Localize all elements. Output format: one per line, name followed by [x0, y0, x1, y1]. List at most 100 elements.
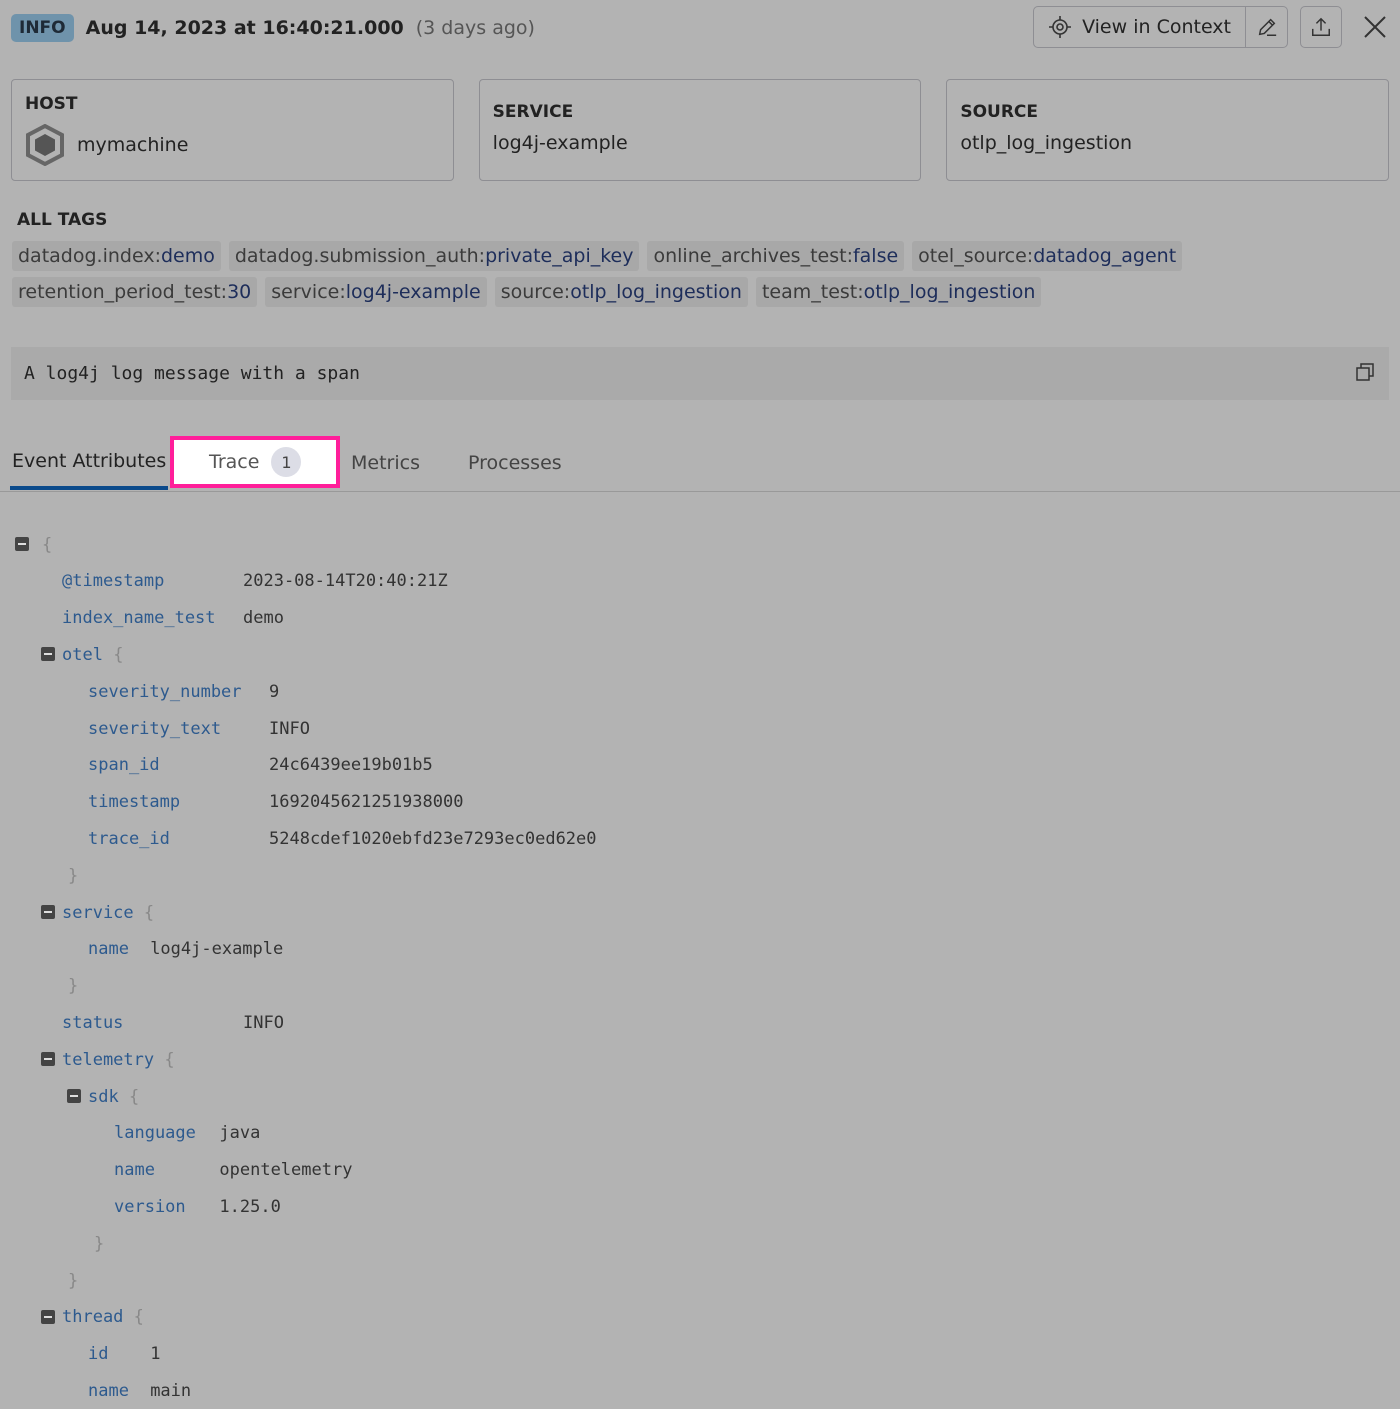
attribute-key[interactable]: otel	[62, 645, 103, 665]
tag-key: online_archives_test:	[653, 245, 852, 267]
tag-chip[interactable]: retention_period_test:30	[12, 277, 257, 307]
tag-chip[interactable]: datadog.index:demo	[12, 241, 221, 271]
log-date: Aug 14, 2023 at 16:40:21.000	[86, 17, 404, 39]
tab-metrics[interactable]: Metrics	[351, 436, 420, 490]
tag-key: service:	[271, 281, 345, 303]
attribute-key[interactable]: name	[88, 1381, 150, 1401]
attribute-key[interactable]: severity_text	[88, 719, 269, 739]
attribute-value[interactable]: 24c6439ee19b01b5	[269, 755, 433, 775]
tree-line: }	[94, 1225, 104, 1262]
tag-value: private_api_key	[485, 245, 633, 267]
attribute-value[interactable]: 9	[269, 682, 279, 702]
tree-line: span_id24c6439ee19b01b5	[88, 747, 433, 784]
attribute-value[interactable]: opentelemetry	[219, 1160, 352, 1180]
attribute-value[interactable]: 1692045621251938000	[269, 792, 463, 812]
tree-line: severity_textINFO	[88, 710, 310, 747]
attribute-value[interactable]: log4j-example	[150, 939, 283, 959]
view-in-context-button[interactable]: View in Context	[1033, 6, 1246, 48]
tag-key: datadog.submission_auth:	[235, 245, 485, 267]
tree-line: sdk {	[88, 1078, 139, 1115]
tree-line: nameopentelemetry	[114, 1152, 352, 1189]
log-message: A log4j log message with a span	[11, 347, 1389, 400]
close-icon	[1364, 16, 1386, 38]
attribute-value[interactable]: INFO	[269, 719, 310, 739]
brace: {	[42, 535, 52, 555]
brace: }	[68, 1271, 78, 1291]
attribute-key[interactable]: telemetry	[62, 1050, 154, 1070]
tree-line: }	[68, 857, 78, 894]
log-message-text: A log4j log message with a span	[24, 363, 360, 384]
attribute-key[interactable]: status	[62, 1013, 243, 1033]
log-relative-time: (3 days ago)	[416, 17, 535, 39]
tree-line: timestamp1692045621251938000	[88, 784, 463, 821]
attribute-key[interactable]: id	[88, 1344, 150, 1364]
brace: {	[134, 903, 154, 923]
source-label: SOURCE	[960, 102, 1375, 122]
tag-value: log4j-example	[346, 281, 481, 303]
attribute-key[interactable]: timestamp	[88, 792, 269, 812]
tag-key: retention_period_test:	[18, 281, 227, 303]
attribute-value[interactable]: INFO	[243, 1013, 284, 1033]
attribute-value[interactable]: 2023-08-14T20:40:21Z	[243, 571, 448, 591]
attribute-key[interactable]: index_name_test	[62, 608, 243, 628]
brace: {	[119, 1087, 139, 1107]
attribute-key[interactable]: sdk	[88, 1087, 119, 1107]
tag-chip[interactable]: otel_source:datadog_agent	[912, 241, 1182, 271]
tag-chip[interactable]: datadog.submission_auth:private_api_key	[229, 241, 640, 271]
tree-line: @timestamp2023-08-14T20:40:21Z	[62, 563, 448, 600]
tag-chip[interactable]: online_archives_test:false	[647, 241, 904, 271]
tree-line: service {	[62, 894, 154, 931]
attribute-value[interactable]: 1	[150, 1344, 160, 1364]
collapse-toggle-icon[interactable]	[41, 647, 55, 661]
service-card[interactable]: SERVICE log4j-example	[479, 79, 922, 181]
collapse-toggle-icon[interactable]	[15, 537, 29, 551]
tag-key: team_test:	[762, 281, 864, 303]
attribute-key[interactable]: severity_number	[88, 682, 269, 702]
tree-line: index_name_testdemo	[62, 600, 284, 637]
tag-chip[interactable]: source:otlp_log_ingestion	[495, 277, 748, 307]
brace: }	[68, 866, 78, 886]
attribute-value[interactable]: demo	[243, 608, 284, 628]
tag-value: otlp_log_ingestion	[864, 281, 1036, 303]
source-value: otlp_log_ingestion	[960, 132, 1375, 154]
copy-icon[interactable]	[1355, 362, 1375, 382]
attribute-key[interactable]: version	[114, 1197, 219, 1217]
attribute-key[interactable]: trace_id	[88, 829, 269, 849]
tab-trace[interactable]: Trace 1	[170, 436, 340, 488]
attribute-key[interactable]: name	[114, 1160, 219, 1180]
attribute-value[interactable]: main	[150, 1381, 191, 1401]
collapse-toggle-icon[interactable]	[41, 1310, 55, 1324]
host-label: HOST	[25, 94, 440, 114]
brace: {	[154, 1050, 174, 1070]
attribute-key[interactable]: @timestamp	[62, 571, 243, 591]
tag-chip[interactable]: service:log4j-example	[265, 277, 486, 307]
attribute-key[interactable]: span_id	[88, 755, 269, 775]
attribute-value[interactable]: java	[219, 1123, 260, 1143]
attribute-key[interactable]: name	[88, 939, 150, 959]
status-badge: INFO	[11, 14, 74, 42]
tree-line: severity_number9	[88, 673, 279, 710]
tag-chip[interactable]: team_test:otlp_log_ingestion	[756, 277, 1041, 307]
tab-bar: Event Attributes Trace 1 Metrics Process…	[0, 436, 1400, 492]
host-card[interactable]: HOST mymachine	[11, 79, 454, 181]
attribute-key[interactable]: service	[62, 903, 134, 923]
edit-button[interactable]	[1246, 6, 1288, 48]
tab-processes[interactable]: Processes	[468, 436, 562, 490]
share-button[interactable]	[1300, 6, 1342, 48]
attribute-value[interactable]: 5248cdef1020ebfd23e7293ec0ed62e0	[269, 829, 597, 849]
log-header: INFO Aug 14, 2023 at 16:40:21.000 (3 day…	[11, 10, 1400, 46]
tree-line: {	[42, 526, 52, 563]
close-button[interactable]	[1354, 6, 1396, 48]
brace: {	[123, 1307, 143, 1327]
service-value: log4j-example	[493, 132, 908, 154]
tree-line: otel {	[62, 636, 123, 673]
collapse-toggle-icon[interactable]	[67, 1089, 81, 1103]
source-card[interactable]: SOURCE otlp_log_ingestion	[946, 79, 1389, 181]
tab-event-attributes[interactable]: Event Attributes	[10, 436, 168, 490]
attribute-value[interactable]: 1.25.0	[219, 1197, 280, 1217]
attribute-key[interactable]: language	[114, 1123, 219, 1143]
collapse-toggle-icon[interactable]	[41, 1052, 55, 1066]
tag-value: demo	[161, 245, 215, 267]
collapse-toggle-icon[interactable]	[41, 905, 55, 919]
attribute-key[interactable]: thread	[62, 1307, 123, 1327]
